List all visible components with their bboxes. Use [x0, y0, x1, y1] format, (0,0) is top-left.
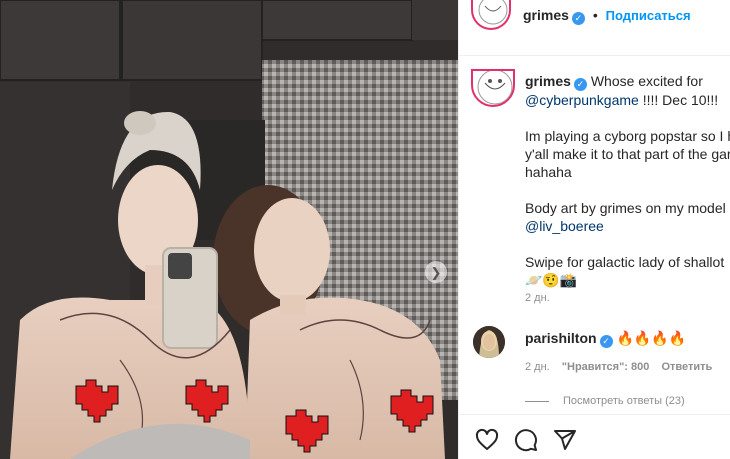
comment-likes[interactable]: "Нравится": 800: [562, 361, 650, 373]
caption-author-avatar[interactable]: [471, 69, 515, 107]
caption-paragraph-4: Swipe for galactic lady of shallot 🍀 🪐🤨📸: [525, 253, 730, 289]
comment-meta: 2 дн. "Нравится": 800 Ответить: [525, 361, 721, 373]
author-avatar[interactable]: [471, 0, 511, 30]
caption-paragraph-1: grimes ✓ Whose excited for @cyberpunkgame…: [525, 72, 730, 109]
photo-illustration: [0, 0, 458, 459]
caption-text: Im playing a cyborg popstar so I h: [525, 128, 730, 144]
reply-button[interactable]: Ответить: [661, 361, 712, 373]
comment-icon[interactable]: [514, 428, 538, 452]
author-username[interactable]: grimes: [523, 7, 569, 23]
mention-cyberpunkgame[interactable]: @cyberpunkgame: [525, 92, 639, 108]
caption-author-username[interactable]: grimes: [525, 73, 571, 89]
caption-paragraph-2: Im playing a cyborg popstar so I h y'all…: [525, 127, 730, 181]
caption-text: Swipe for galactic lady of shallot: [525, 254, 725, 270]
emoji-line: 🪐🤨📸: [525, 272, 578, 288]
commenter-avatar[interactable]: [473, 326, 505, 358]
post-photo[interactable]: ❯: [0, 0, 458, 459]
commenter-username[interactable]: parishilton: [525, 330, 597, 346]
caption-text: !!!! Dec 10!!!: [642, 92, 719, 108]
view-replies-label: Посмотреть ответы (23): [563, 395, 685, 407]
comment: parishilton ✓ 🔥🔥🔥🔥: [525, 330, 686, 348]
verified-badge-icon: ✓: [573, 78, 587, 91]
post-caption: grimes ✓ Whose excited for @cyberpunkgame…: [525, 72, 730, 307]
header-line: grimes ✓ • Подписаться: [523, 7, 691, 25]
caption-text: Whose excited for: [590, 73, 703, 89]
view-replies-button[interactable]: Посмотреть ответы (23): [525, 395, 685, 407]
caption-paragraph-3: Body art by grimes on my model @liv_boer…: [525, 199, 730, 235]
verified-badge-icon: ✓: [571, 12, 585, 25]
caption-text: hahaha: [525, 164, 572, 180]
next-slide-icon: ❯: [430, 264, 442, 280]
post-panel: grimes ✓ • Подписаться grimes ✓ Whose exci…: [458, 0, 730, 459]
action-bar: [459, 414, 730, 459]
follow-button[interactable]: Подписаться: [606, 8, 691, 23]
comment-text: 🔥🔥🔥🔥: [616, 330, 687, 346]
separator-dot: •: [592, 7, 598, 23]
next-slide-button[interactable]: ❯: [425, 261, 447, 283]
caption-timestamp[interactable]: 2 дн.: [525, 292, 550, 304]
heart-icon[interactable]: [475, 428, 499, 452]
caption-text: Body art by grimes on my model: [525, 200, 726, 216]
replies-divider: [525, 400, 549, 402]
mention-liv-boeree[interactable]: @liv_boeree: [525, 218, 604, 234]
comment-timestamp[interactable]: 2 дн.: [525, 361, 550, 373]
post-header: grimes ✓ • Подписаться: [459, 0, 730, 56]
caption-text: y'all make it to that part of the gar: [525, 146, 730, 162]
verified-badge-icon: ✓: [599, 335, 613, 348]
share-icon[interactable]: [553, 428, 577, 452]
